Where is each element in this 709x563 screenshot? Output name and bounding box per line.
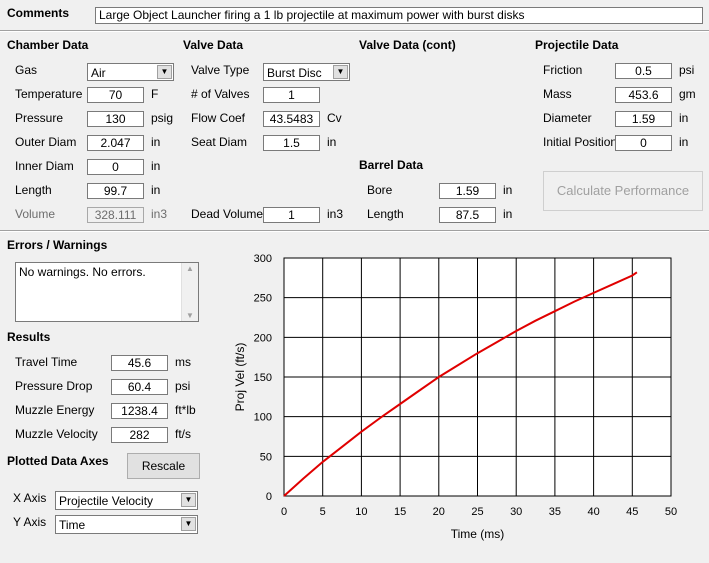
chart-x-tick-label: 45 <box>626 506 638 518</box>
chart-x-tick-label: 10 <box>355 506 367 518</box>
chart-x-tick-label: 30 <box>510 506 522 518</box>
chart-x-tick-label: 40 <box>587 506 599 518</box>
chart-y-tick-label: 50 <box>260 451 272 463</box>
chart-x-tick-label: 5 <box>320 506 326 518</box>
chart-x-tick-label: 50 <box>665 506 677 518</box>
chart-x-axis-label: Time (ms) <box>451 527 505 541</box>
chart-y-tick-label: 250 <box>254 293 272 305</box>
chart-y-axis-label: Proj Vel (ft/s) <box>233 343 247 412</box>
chart-y-tick-label: 100 <box>254 412 272 424</box>
chart-y-tick-label: 300 <box>254 253 272 265</box>
chart-y-tick-label: 200 <box>254 332 272 344</box>
chart-x-tick-label: 25 <box>471 506 483 518</box>
chart-x-tick-label: 0 <box>281 506 287 518</box>
chart-y-tick-label: 150 <box>254 372 272 384</box>
chart-x-tick-label: 20 <box>433 506 445 518</box>
chart-x-tick-label: 35 <box>549 506 561 518</box>
chart-x-tick-label: 15 <box>394 506 406 518</box>
velocity-time-chart: 0 5 10 15 20 25 30 35 40 45 50 0 50 100 150 200 250 300 T… <box>233 253 677 541</box>
chart-y-tick-label: 0 <box>266 491 272 503</box>
